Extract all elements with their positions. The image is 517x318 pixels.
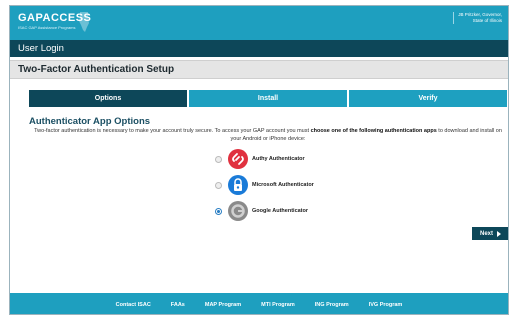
option-microsoft[interactable]: Microsoft Authenticator <box>215 175 314 195</box>
header-bar: GAPACCESS ISAC GAP Assistance Programs J… <box>10 6 508 40</box>
options-heading: Authenticator App Options <box>29 116 151 127</box>
logo-subtitle: ISAC GAP Assistance Programs <box>18 25 76 30</box>
description-bold: choose one of the following authenticati… <box>310 128 437 134</box>
step-options[interactable]: Options <box>29 90 187 107</box>
arrow-right-icon <box>497 230 501 237</box>
footer-nav: Contact ISAC FAAs MAP Program MTI Progra… <box>10 293 508 314</box>
footer-link-ivg[interactable]: IVG Program <box>369 302 403 308</box>
governor-info: JB Pritzker, Governor, State of Illinois <box>453 12 502 24</box>
app-frame: GAPACCESS ISAC GAP Assistance Programs J… <box>9 5 509 315</box>
illinois-map-icon <box>79 12 89 32</box>
google-radio[interactable] <box>215 207 222 215</box>
governor-state: State of Illinois <box>472 18 502 23</box>
step-install[interactable]: Install <box>189 90 347 107</box>
next-label: Next <box>479 230 493 237</box>
authy-icon <box>228 149 248 169</box>
google-authenticator-icon <box>228 201 248 221</box>
authy-radio[interactable] <box>215 155 222 163</box>
user-login-bar: User Login <box>10 40 508 57</box>
setup-steps: Options Install Verify <box>29 90 507 107</box>
footer-link-mti[interactable]: MTI Program <box>261 302 295 308</box>
authy-label: Authy Authenticator <box>252 156 305 162</box>
footer-link-faas[interactable]: FAAs <box>171 302 185 308</box>
user-login-title: User Login <box>18 43 64 54</box>
footer-link-contact[interactable]: Contact ISAC <box>116 302 151 308</box>
microsoft-label: Microsoft Authenticator <box>252 182 314 188</box>
section-header: Two-Factor Authentication Setup <box>10 60 508 79</box>
page-title: Two-Factor Authentication Setup <box>18 64 175 75</box>
gap-access-logo[interactable]: GAPACCESS ISAC GAP Assistance Programs <box>18 11 91 35</box>
footer-link-ing[interactable]: ING Program <box>315 302 349 308</box>
next-button[interactable]: Next <box>472 227 508 240</box>
microsoft-authenticator-icon <box>228 175 248 195</box>
option-authy[interactable]: Authy Authenticator <box>215 149 305 169</box>
description-text-1: Two-factor authentication is necessary t… <box>34 128 311 134</box>
microsoft-radio[interactable] <box>215 181 222 189</box>
option-google[interactable]: Google Authenticator <box>215 201 308 221</box>
google-label: Google Authenticator <box>252 208 309 214</box>
options-description: Two-factor authentication is necessary t… <box>29 127 507 143</box>
footer-link-map[interactable]: MAP Program <box>205 302 241 308</box>
step-verify[interactable]: Verify <box>349 90 507 107</box>
